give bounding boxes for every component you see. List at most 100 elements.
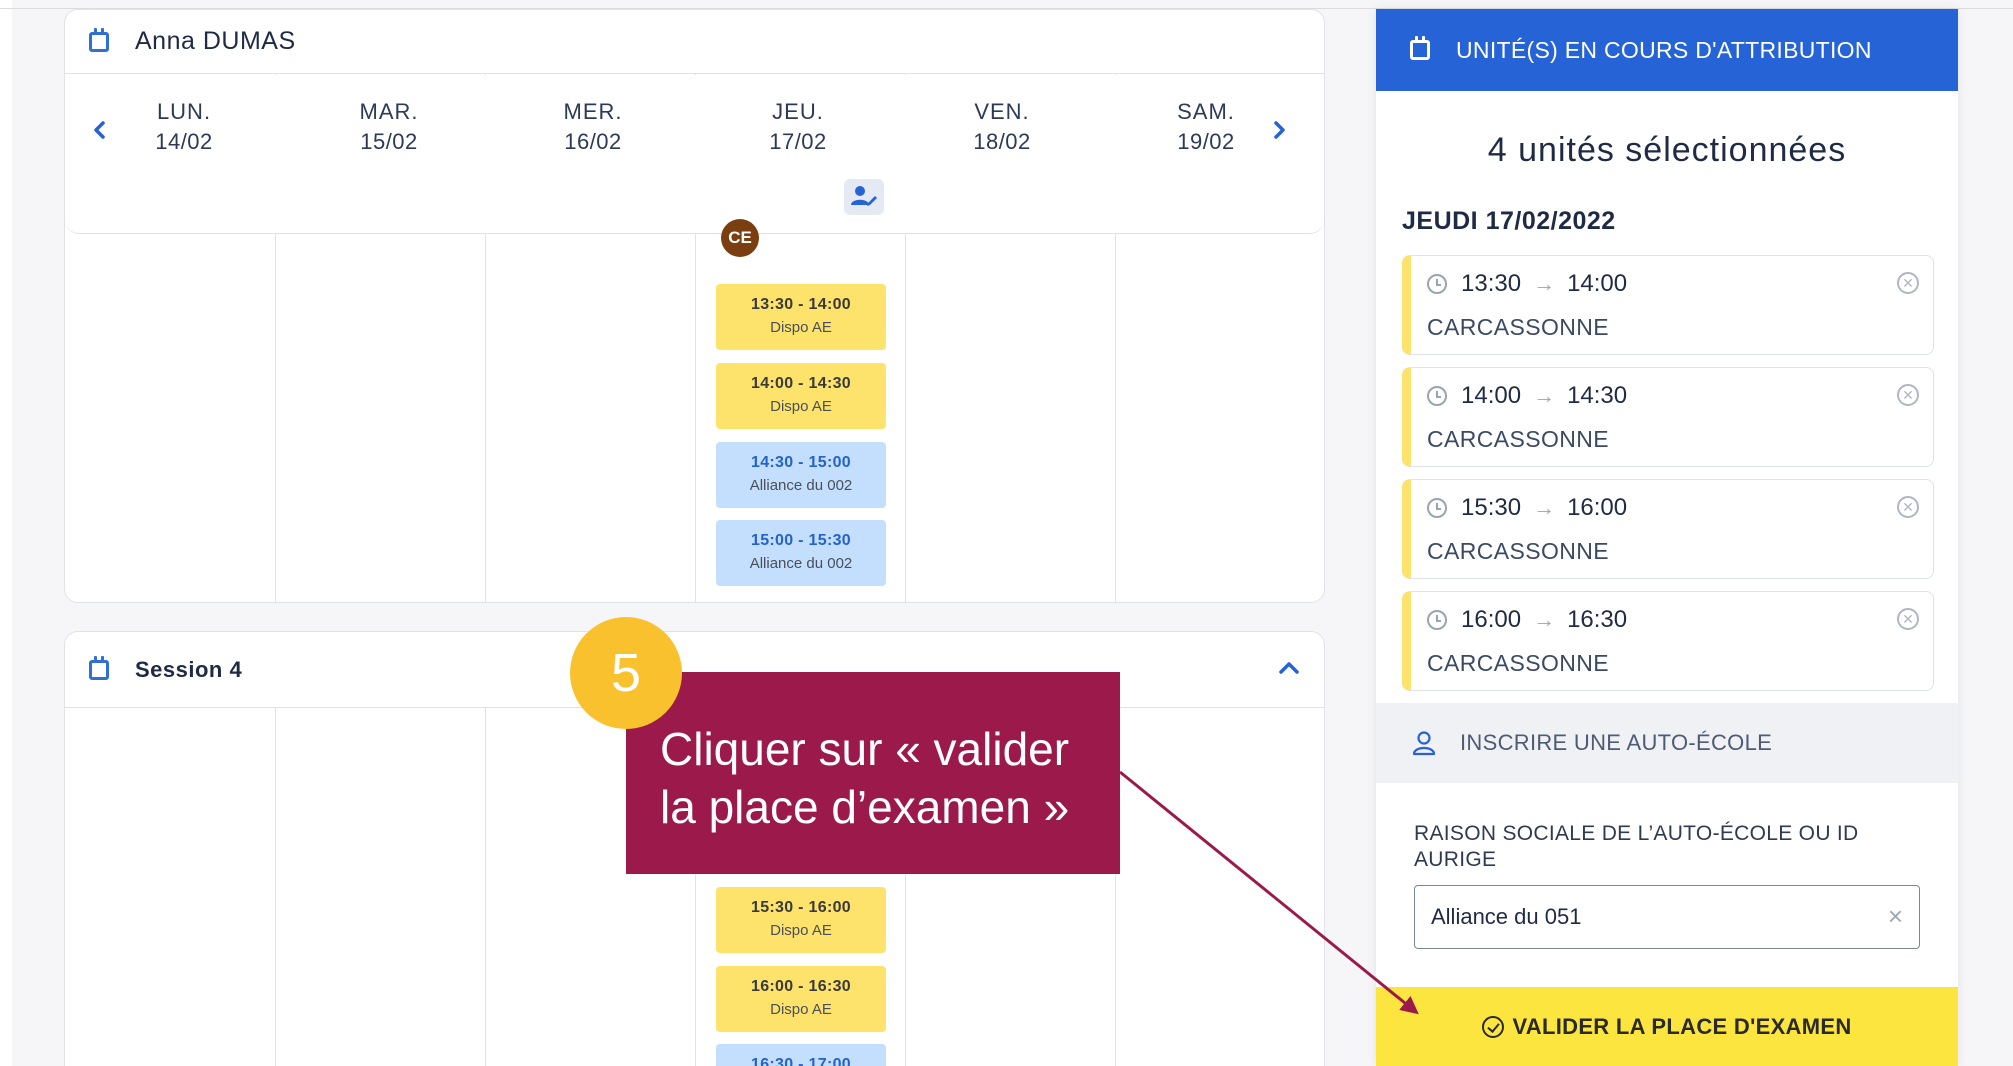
time-slot[interactable]: 13:30 - 14:00 Dispo AE (716, 284, 886, 350)
check-circle-icon (1482, 1015, 1505, 1038)
unit-time-range: 15:30 → 16:00 (1427, 494, 1627, 522)
unit-end-time: 16:00 (1567, 494, 1628, 521)
selected-unit-card: 15:30 → 16:00 CARCASSONNE ✕ (1402, 479, 1934, 579)
arrow-right-icon: → (1533, 383, 1556, 408)
unit-time-range: 14:00 → 14:30 (1427, 382, 1627, 410)
examiner-avatar[interactable]: CE (721, 219, 759, 257)
calendar-card-anna-dumas: Anna DUMAS LUN. 14/02 MAR. 15/02 MER. 16… (64, 9, 1325, 603)
time-slot[interactable]: 16:30 - 17:00 (716, 1044, 886, 1066)
attribution-panel-title: UNITÉ(S) EN COURS D'ATTRIBUTION (1456, 36, 1872, 63)
clock-icon (1427, 498, 1447, 518)
unit-location: CARCASSONNE (1427, 538, 1610, 564)
day-column-header[interactable]: JEU. 17/02 (733, 99, 863, 155)
day-column-header[interactable]: LUN. 14/02 (119, 99, 249, 155)
day-column-header[interactable]: MER. 16/02 (528, 99, 658, 155)
slot-label: Alliance du 002 (749, 477, 853, 494)
chevron-left-icon (94, 121, 105, 139)
day-name: JEU. (772, 99, 824, 124)
next-week-button[interactable] (1264, 115, 1294, 145)
selected-unit-card: 16:00 → 16:30 CARCASSONNE ✕ (1402, 591, 1934, 691)
unit-start-time: 16:00 (1461, 606, 1522, 633)
day-date: 16/02 (564, 129, 622, 154)
unit-start-time: 15:30 (1461, 494, 1522, 521)
arrow-right-icon: → (1533, 607, 1556, 632)
remove-unit-icon[interactable]: ✕ (1897, 496, 1919, 518)
slot-label: Dispo AE (770, 1001, 832, 1018)
day-name: VEN. (974, 99, 1030, 124)
slot-time: 13:30 - 14:00 (751, 296, 851, 313)
remove-unit-icon[interactable]: ✕ (1897, 272, 1919, 294)
page: Anna DUMAS LUN. 14/02 MAR. 15/02 MER. 16… (0, 0, 2013, 1066)
chevron-up-icon[interactable] (1276, 658, 1302, 678)
slot-label: Dispo AE (770, 922, 832, 939)
slot-label: Dispo AE (770, 398, 832, 415)
unit-location: CARCASSONNE (1427, 650, 1610, 676)
slot-time: 16:30 - 17:00 (751, 1056, 851, 1066)
attribution-panel-header: UNITÉ(S) EN COURS D'ATTRIBUTION (1376, 9, 1958, 91)
unit-start-time: 14:00 (1461, 382, 1522, 409)
arrow-right-icon: → (1533, 495, 1556, 520)
time-slot[interactable]: 16:00 - 16:30 Dispo AE (716, 966, 886, 1032)
day-column-header[interactable]: VEN. 18/02 (937, 99, 1067, 155)
unit-time-range: 16:00 → 16:30 (1427, 606, 1627, 634)
time-slot[interactable]: 14:00 - 14:30 Dispo AE (716, 363, 886, 429)
slot-label: Alliance du 002 (749, 555, 853, 572)
callout-line-2: la place d’examen » (660, 781, 1070, 833)
grid-line (275, 708, 276, 1066)
time-slot[interactable]: 15:00 - 15:30 Alliance du 002 (716, 520, 886, 586)
clock-icon (1427, 386, 1447, 406)
day-date: 17/02 (769, 129, 827, 154)
day-name: MER. (563, 99, 623, 124)
day-name: SAM. (1177, 99, 1235, 124)
calendar-icon (89, 27, 109, 52)
day-name: MAR. (359, 99, 419, 124)
register-driving-school-label: INSCRIRE UNE AUTO-ÉCOLE (1460, 730, 1773, 755)
day-column-header[interactable]: SAM. 19/02 (1141, 99, 1271, 155)
selected-units-count: 4 unités sélectionnées (1487, 131, 1847, 169)
day-column-header[interactable]: MAR. 15/02 (324, 99, 454, 155)
unit-end-time: 14:00 (1567, 270, 1628, 297)
selected-date: JEUDI 17/02/2022 (1402, 207, 1616, 235)
time-slot[interactable]: 14:30 - 15:00 Alliance du 002 (716, 442, 886, 508)
unit-location: CARCASSONNE (1427, 426, 1610, 452)
day-date: 14/02 (155, 129, 213, 154)
day-name: LUN. (156, 99, 212, 124)
day-date: 15/02 (360, 129, 418, 154)
register-driving-school-section[interactable]: INSCRIRE UNE AUTO-ÉCOLE (1376, 703, 1958, 783)
time-slot[interactable]: 15:30 - 16:00 Dispo AE (716, 887, 886, 953)
driving-school-input-value: Alliance du 051 (1431, 904, 1582, 929)
selected-unit-card: 14:00 → 14:30 CARCASSONNE ✕ (1402, 367, 1934, 467)
left-margin (0, 0, 12, 1066)
unit-end-time: 14:30 (1567, 382, 1628, 409)
assign-examiner-button[interactable] (844, 179, 884, 215)
attribution-panel: UNITÉ(S) EN COURS D'ATTRIBUTION 4 unités… (1376, 9, 1958, 1066)
calendar-card-header: Anna DUMAS (65, 10, 1324, 74)
unit-location: CARCASSONNE (1427, 314, 1610, 340)
day-date: 18/02 (973, 129, 1031, 154)
slot-time: 14:00 - 14:30 (751, 375, 851, 392)
day-date: 19/02 (1177, 129, 1235, 154)
clock-icon (1427, 610, 1447, 630)
calendar-icon (89, 655, 109, 680)
chevron-right-icon (1274, 121, 1285, 139)
slot-time: 14:30 - 15:00 (751, 454, 851, 471)
previous-week-button[interactable] (85, 115, 115, 145)
calendar-card-title: Anna DUMAS (135, 27, 296, 55)
unit-end-time: 16:30 (1567, 606, 1628, 633)
clear-input-icon[interactable]: × (1888, 903, 1903, 929)
calendar-icon (1410, 36, 1430, 60)
remove-unit-icon[interactable]: ✕ (1897, 384, 1919, 406)
clock-icon (1427, 274, 1447, 294)
validate-exam-slot-button[interactable]: VALIDER LA PLACE D'EXAMEN (1376, 987, 1958, 1066)
validate-exam-slot-label: VALIDER LA PLACE D'EXAMEN (1512, 1013, 1852, 1039)
user-edit-icon (851, 186, 877, 206)
driving-school-input[interactable]: Alliance du 051 × (1414, 885, 1920, 949)
unit-start-time: 13:30 (1461, 270, 1522, 297)
selected-unit-card: 13:30 → 14:00 CARCASSONNE ✕ (1402, 255, 1934, 355)
slot-label: Dispo AE (770, 319, 832, 336)
tutorial-callout: Cliquer sur « valider la place d’examen … (626, 672, 1120, 874)
slot-time: 15:30 - 16:00 (751, 899, 851, 916)
remove-unit-icon[interactable]: ✕ (1897, 608, 1919, 630)
slot-time: 15:00 - 15:30 (751, 532, 851, 549)
grid-line (485, 708, 486, 1066)
